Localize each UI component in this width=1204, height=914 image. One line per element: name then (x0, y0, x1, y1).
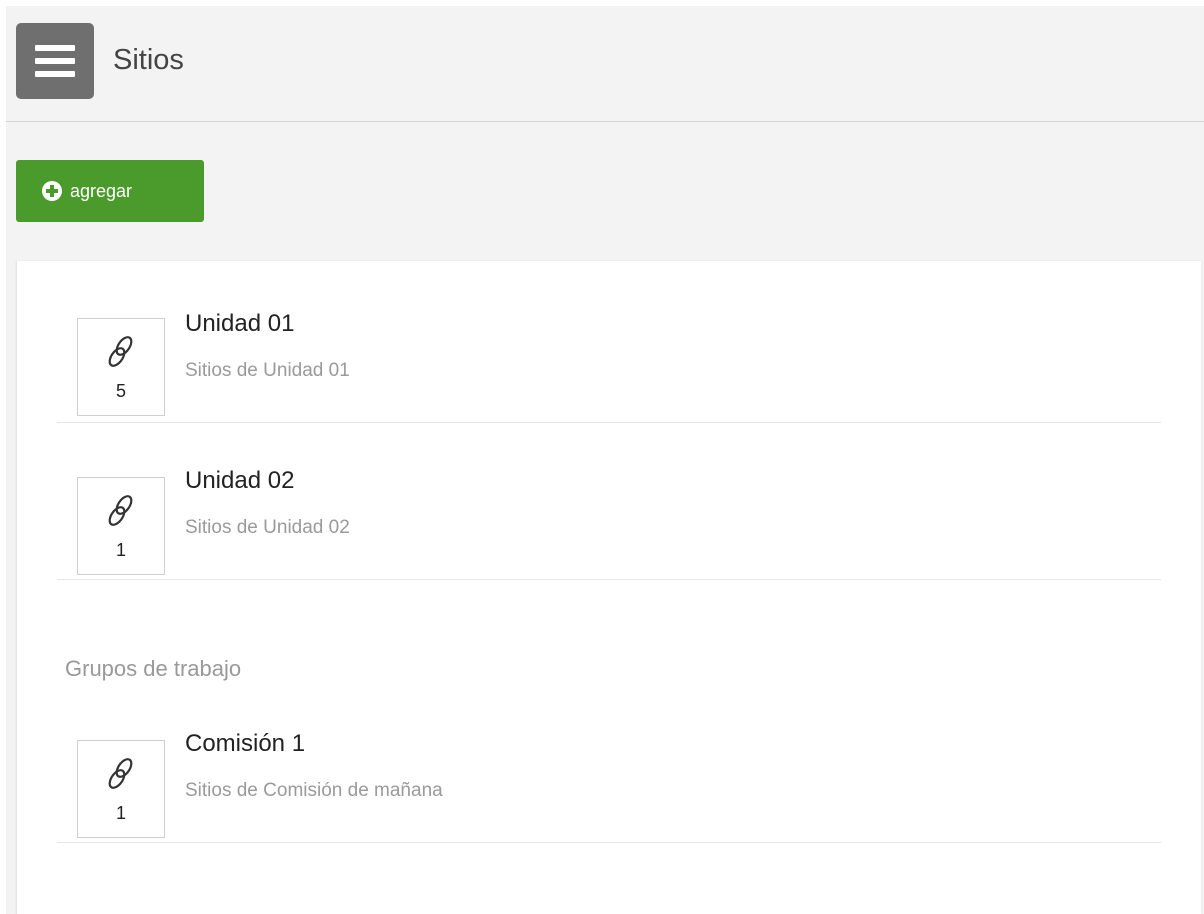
page-title: Sitios (113, 44, 184, 76)
add-button-label: agregar (70, 180, 133, 201)
plus-circle-icon (42, 181, 62, 201)
link-icon (108, 336, 133, 367)
divider (57, 422, 1161, 423)
group-title[interactable]: Comisión 1 (185, 730, 305, 758)
add-button[interactable]: agregar (16, 160, 204, 222)
site-count: 1 (115, 540, 126, 560)
hamburger-line (35, 58, 75, 64)
site-count-badge[interactable]: 1 (77, 740, 165, 838)
menu-button[interactable] (16, 23, 94, 99)
group-subtitle: Sitios de Comisión de mañana (185, 780, 443, 801)
site-count: 5 (115, 381, 126, 401)
list-item: 1 Comisión 1 Sitios de Comisión de mañan… (57, 726, 1161, 843)
unit-title[interactable]: Unidad 02 (185, 467, 294, 495)
section-heading-work-groups: Grupos de trabajo (65, 656, 242, 681)
site-count-badge[interactable]: 5 (77, 318, 165, 416)
unit-subtitle: Sitios de Unidad 01 (185, 360, 350, 381)
link-icon (108, 495, 133, 526)
site-count-badge[interactable]: 1 (77, 477, 165, 575)
hamburger-line (35, 45, 75, 51)
unit-title[interactable]: Unidad 01 (185, 310, 294, 338)
site-count: 1 (115, 803, 126, 823)
hamburger-line (35, 71, 75, 77)
sites-panel: 5 Unidad 01 Sitios de Unidad 01 1 Unidad… (16, 261, 1201, 914)
page-header: Sitios (6, 6, 1204, 122)
divider (57, 842, 1161, 843)
link-icon (108, 758, 133, 789)
unit-subtitle: Sitios de Unidad 02 (185, 517, 350, 538)
list-item: 1 Unidad 02 Sitios de Unidad 02 (57, 463, 1161, 580)
list-item: 5 Unidad 01 Sitios de Unidad 01 (57, 306, 1161, 423)
divider (57, 579, 1161, 580)
page: Sitios agregar 5 Unidad 01 Sitios de Uni… (6, 6, 1204, 914)
